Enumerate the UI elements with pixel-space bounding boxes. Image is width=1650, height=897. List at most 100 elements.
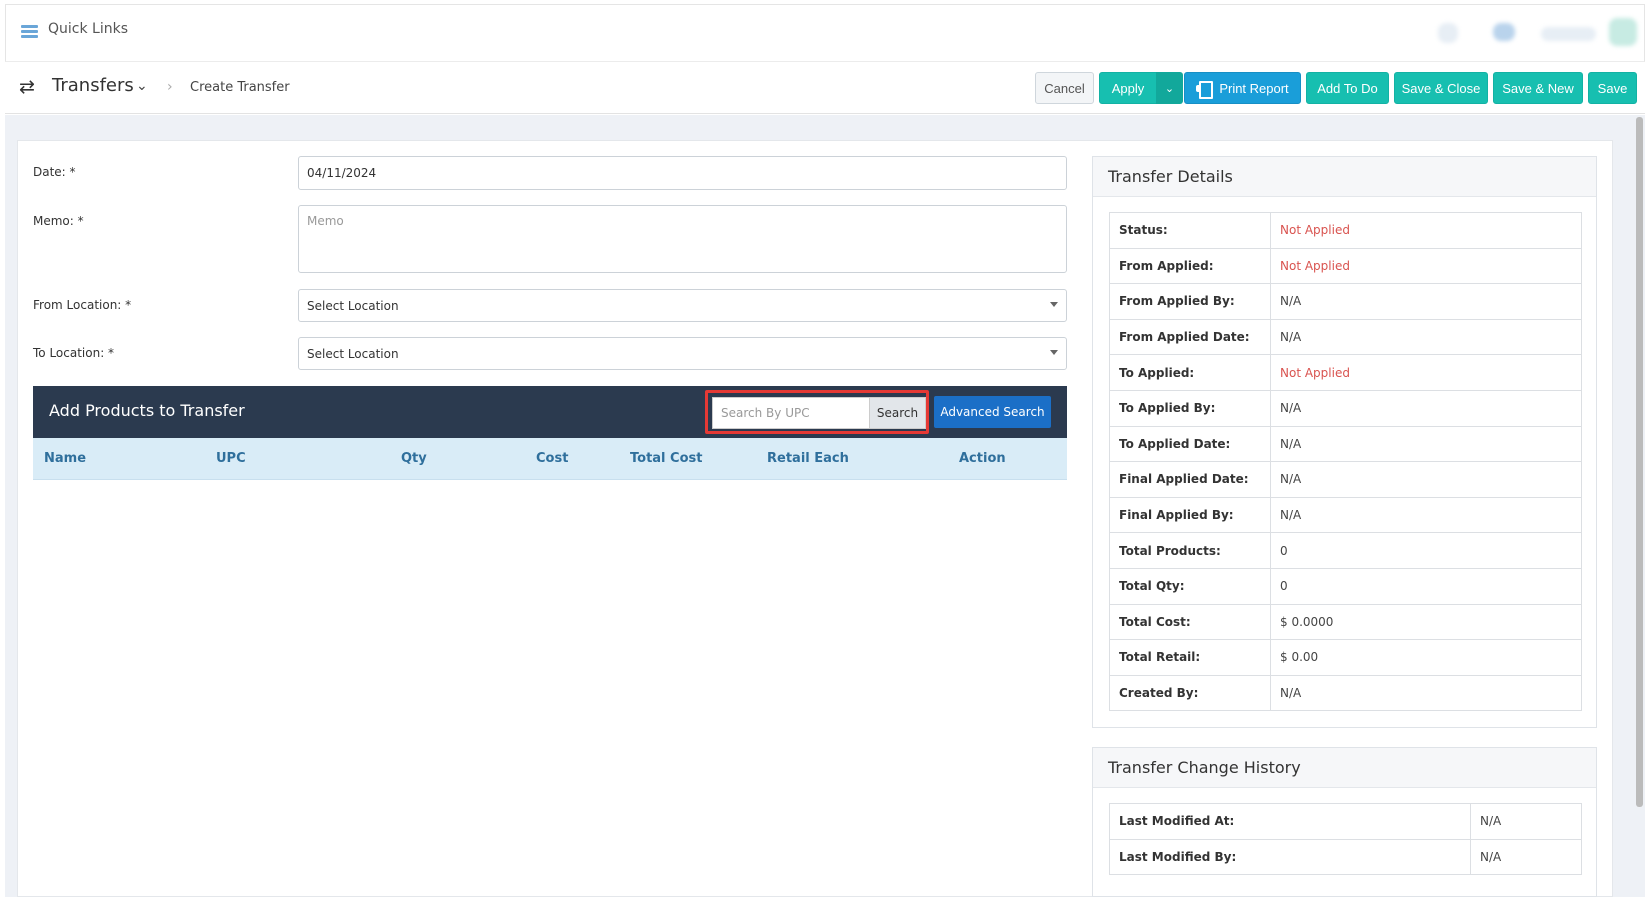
quick-links-label[interactable]: Quick Links [48, 21, 128, 37]
detail-value: N/A [1270, 425, 1582, 463]
change-history-title: Transfer Change History [1093, 748, 1596, 788]
detail-row: To Applied: Not Applied [1109, 354, 1582, 391]
detail-value: N/A [1270, 283, 1582, 320]
detail-label: To Applied Date: [1109, 425, 1271, 463]
to-location-label: To Location: * [33, 346, 115, 360]
detail-row: From Applied: Not Applied [1109, 247, 1582, 285]
detail-value: Not Applied [1270, 212, 1582, 249]
add-products-title: Add Products to Transfer [49, 401, 245, 420]
detail-row: Final Applied Date: N/A [1109, 461, 1582, 498]
breadcrumb: Create Transfer [190, 80, 290, 95]
user-name[interactable] [1541, 27, 1596, 41]
upc-search-placeholder: Search By UPC [721, 406, 810, 420]
detail-row: To Applied By: N/A [1109, 389, 1582, 427]
messages-icon[interactable] [1493, 23, 1515, 41]
detail-row: Total Products: 0 [1109, 532, 1582, 569]
memo-field[interactable]: Memo [298, 205, 1067, 273]
from-location-label: From Location: * [33, 298, 132, 312]
cancel-button[interactable]: Cancel [1035, 72, 1094, 104]
upc-search-input[interactable]: Search By UPC [712, 397, 870, 429]
chevron-down-icon[interactable]: ⌄ [136, 78, 148, 94]
detail-value: N/A [1270, 318, 1582, 356]
detail-label: To Applied By: [1109, 389, 1271, 427]
save-button[interactable]: Save [1588, 72, 1637, 104]
column-header-name: Name [44, 451, 87, 466]
detail-value: 0 [1270, 532, 1582, 569]
detail-value: Not Applied [1270, 354, 1582, 391]
breadcrumb-separator-icon: › [167, 79, 173, 95]
page-title[interactable]: Transfers [52, 75, 134, 96]
detail-value: 0 [1270, 567, 1582, 605]
dropdown-caret-icon [1050, 350, 1058, 355]
detail-value: N/A [1470, 803, 1582, 840]
memo-placeholder: Memo [307, 214, 344, 228]
detail-value: $ 0.00 [1270, 639, 1582, 676]
search-button[interactable]: Search [869, 397, 926, 429]
column-header-action: Action [959, 451, 1006, 466]
dropdown-caret-icon [1050, 302, 1058, 307]
detail-row: Final Applied By: N/A [1109, 496, 1582, 534]
detail-row: Status: Not Applied [1109, 212, 1582, 249]
detail-row: Total Retail: $ 0.00 [1109, 639, 1582, 676]
detail-label: From Applied: [1109, 247, 1271, 285]
save-new-button[interactable]: Save & New [1493, 72, 1583, 104]
print-report-label: Print Report [1219, 80, 1289, 96]
detail-value: Not Applied [1270, 247, 1582, 285]
detail-row: Total Cost: $ 0.0000 [1109, 603, 1582, 641]
to-location-value: Select Location [307, 346, 399, 361]
date-field[interactable]: 04/11/2024 [298, 156, 1067, 190]
top-bar: Quick Links [5, 4, 1645, 62]
printer-icon [1196, 81, 1214, 99]
detail-label: To Applied: [1109, 354, 1271, 391]
from-location-value: Select Location [307, 298, 399, 313]
column-header-cost: Cost [536, 451, 569, 466]
column-header-retail-each: Retail Each [767, 451, 849, 466]
detail-row: Created By: N/A [1109, 674, 1582, 712]
detail-row: From Applied By: N/A [1109, 283, 1582, 320]
column-header-qty: Qty [401, 451, 427, 466]
avatar[interactable] [1609, 18, 1637, 46]
memo-label: Memo: * [33, 214, 84, 228]
detail-value: N/A [1270, 674, 1582, 712]
detail-label: Total Products: [1109, 532, 1271, 569]
transfer-change-history-card: Transfer Change History Last Modified At… [1092, 747, 1597, 897]
column-header-upc: UPC [216, 451, 246, 466]
save-close-button[interactable]: Save & Close [1394, 72, 1488, 104]
detail-row: Total Qty: 0 [1109, 567, 1582, 605]
page-scrollbar[interactable] [1636, 117, 1643, 807]
detail-label: Total Qty: [1109, 567, 1271, 605]
to-location-select[interactable]: Select Location [298, 337, 1067, 370]
transfer-details-title: Transfer Details [1093, 157, 1596, 197]
column-header-total-cost: Total Cost [630, 451, 703, 466]
transfer-arrows-icon: ⇄ [19, 76, 35, 98]
detail-row: Last Modified At: N/A [1109, 803, 1582, 840]
notifications-icon[interactable] [1438, 23, 1458, 43]
detail-value: N/A [1470, 838, 1582, 876]
detail-label: Total Cost: [1109, 603, 1271, 641]
page-header: ⇄ Transfers ⌄ › Create Transfer Cancel A… [5, 62, 1645, 114]
apply-dropdown-chevron-icon[interactable]: ⌄ [1156, 72, 1183, 104]
from-location-select[interactable]: Select Location [298, 289, 1067, 322]
change-history-table: Last Modified At: N/A Last Modified By: N/A [1109, 803, 1582, 876]
detail-label: Final Applied Date: [1109, 461, 1271, 498]
detail-value: N/A [1270, 461, 1582, 498]
detail-label: Last Modified At: [1109, 803, 1471, 840]
detail-label: Status: [1109, 212, 1271, 249]
detail-label: Total Retail: [1109, 639, 1271, 676]
add-to-do-button[interactable]: Add To Do [1306, 72, 1389, 104]
print-report-button[interactable]: Print Report [1184, 72, 1301, 104]
date-label: Date: * [33, 165, 76, 179]
transfer-details-table: Status: Not Applied From Applied: Not Appli… [1109, 212, 1582, 712]
detail-row: Last Modified By: N/A [1109, 838, 1582, 876]
detail-row: To Applied Date: N/A [1109, 425, 1582, 463]
hamburger-menu-icon[interactable] [21, 25, 38, 38]
detail-label: Final Applied By: [1109, 496, 1271, 534]
detail-value: $ 0.0000 [1270, 603, 1582, 641]
add-products-header: Add Products to Transfer Search By UPC S… [33, 386, 1067, 438]
detail-label: From Applied Date: [1109, 318, 1271, 356]
advanced-search-button[interactable]: Advanced Search [934, 396, 1051, 428]
detail-label: Created By: [1109, 674, 1271, 712]
apply-button[interactable]: Apply [1099, 72, 1157, 104]
detail-value: N/A [1270, 389, 1582, 427]
detail-row: From Applied Date: N/A [1109, 318, 1582, 356]
